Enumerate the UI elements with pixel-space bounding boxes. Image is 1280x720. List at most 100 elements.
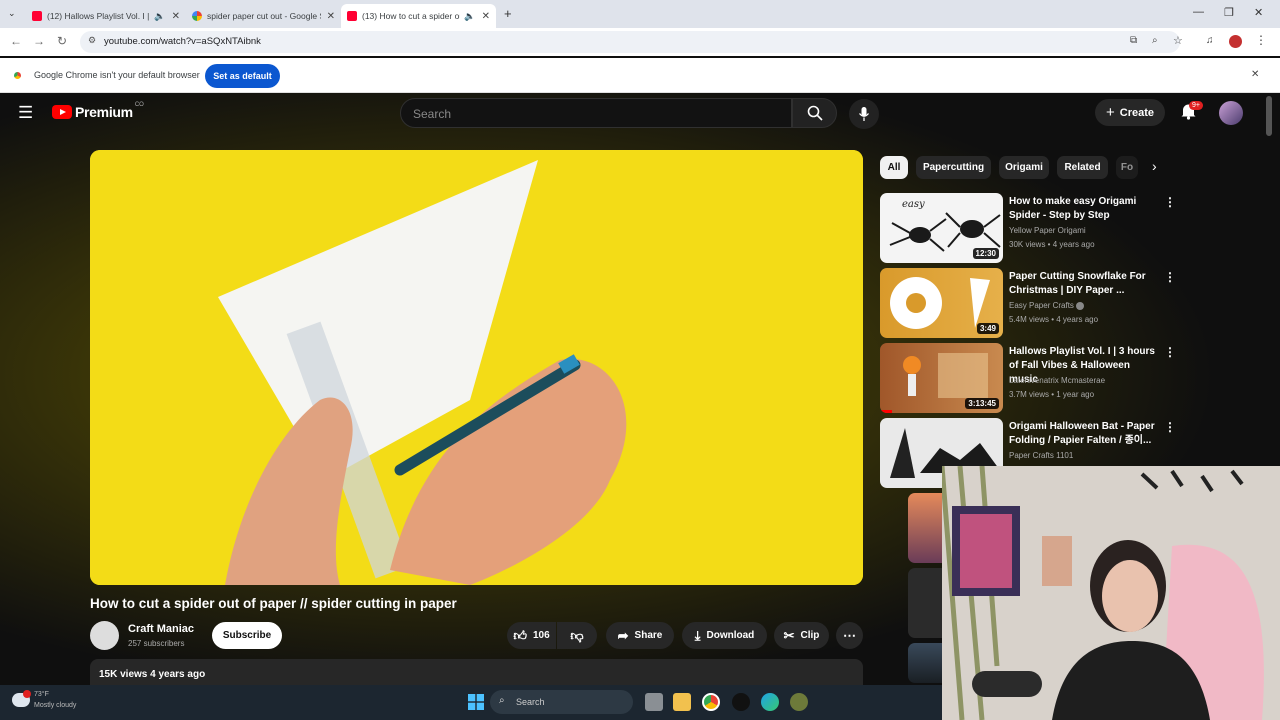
chip-partial[interactable]: Fo <box>1116 156 1138 179</box>
more-vertical-icon[interactable]: ⋮ <box>1164 195 1176 209</box>
recommendation-title[interactable]: How to make easy Origami Spider - Step b… <box>1009 195 1159 223</box>
install-app-icon[interactable]: ⧉ <box>1130 35 1137 46</box>
tab-current-video[interactable]: (13) How to cut a spider out 🔈 ✕ <box>341 4 496 28</box>
search-icon: ⌕ <box>499 695 505 706</box>
clip-button[interactable]: ✂ Clip <box>774 622 829 649</box>
edge-icon[interactable] <box>761 693 779 711</box>
chevron-right-icon[interactable]: › <box>1152 158 1157 174</box>
chrome-taskbar-icon[interactable] <box>702 693 720 711</box>
windows-start-icon[interactable] <box>468 694 484 715</box>
weather-widget[interactable]: 73°F Mostly cloudy <box>34 689 76 711</box>
zoom-icon[interactable]: ⌕ <box>1152 35 1158 46</box>
channel-avatar[interactable] <box>90 621 119 650</box>
recommendation-channel: Easy Paper Crafts <box>1009 301 1074 310</box>
voice-search-button[interactable] <box>849 99 879 129</box>
download-icon: ⤓ <box>694 627 701 643</box>
back-icon[interactable]: ← <box>10 34 22 48</box>
plus-icon: + <box>1105 104 1115 121</box>
bookmark-star-icon[interactable]: ☆ <box>1173 34 1183 47</box>
like-button[interactable]: 👍︎ 106 <box>507 622 556 649</box>
taskbar-search-label: Search <box>516 697 545 707</box>
recommendation-title[interactable]: Paper Cutting Snowflake For Christmas | … <box>1009 270 1159 298</box>
profile-avatar-icon[interactable] <box>1229 35 1242 48</box>
chip-all[interactable]: All <box>880 156 908 179</box>
close-tab-icon[interactable]: ✕ <box>482 11 490 22</box>
share-arrow-icon: ➦ <box>617 627 629 643</box>
subscribe-button[interactable]: Subscribe <box>212 622 282 649</box>
chip-origami[interactable]: Origami <box>999 156 1049 179</box>
video-player[interactable] <box>90 150 863 585</box>
set-as-default-button[interactable]: Set as default <box>205 64 280 88</box>
chip-related[interactable]: Related <box>1057 156 1108 179</box>
video-frame <box>90 150 863 585</box>
description-box[interactable]: 15K views 4 years ago <box>90 659 863 687</box>
address-bar[interactable]: ⚙ youtube.com/watch?v=aSQxNTAibnk <box>80 31 1180 53</box>
share-button[interactable]: ➦ Share <box>606 622 674 649</box>
video-thumbnail[interactable]: 3:49 <box>880 268 1003 338</box>
download-button[interactable]: ⤓ Download <box>682 622 767 649</box>
close-tab-icon[interactable]: ✕ <box>172 11 180 22</box>
new-tab-button[interactable]: + <box>504 6 512 21</box>
video-thumbnail[interactable]: 3:13:45 <box>880 343 1003 413</box>
more-vertical-icon[interactable]: ⋮ <box>1164 345 1176 359</box>
webcam-feed <box>942 466 1280 720</box>
close-tab-icon[interactable]: ✕ <box>327 11 335 22</box>
hamburger-menu-icon[interactable]: ☰ <box>18 103 33 123</box>
more-vertical-icon[interactable]: ⋮ <box>1164 270 1176 284</box>
recommendation-title[interactable]: Origami Halloween Bat - Paper Folding / … <box>1009 420 1159 448</box>
tab-google-search[interactable]: spider paper cut out - Google S ✕ <box>186 4 341 28</box>
scrollbar-thumb[interactable] <box>1266 96 1272 136</box>
search-input[interactable]: Search <box>400 98 792 128</box>
recommendation-item[interactable]: easy 12:30 How to make easy Origami Spid… <box>880 193 1180 263</box>
recommendation-item[interactable]: 3:13:45 Hallows Playlist Vol. I | 3 hour… <box>880 343 1180 413</box>
tab-strip: ⌄ (12) Hallows Playlist Vol. I | 🔈 ✕ spi… <box>0 0 1280 28</box>
more-actions-button[interactable]: ⋯ <box>836 622 863 649</box>
more-vertical-icon[interactable]: ⋮ <box>1164 420 1176 434</box>
weather-alert-badge <box>23 690 31 698</box>
recommendation-channel[interactable]: Yellow Paper Origami <box>1009 226 1086 235</box>
reload-icon[interactable]: ↻ <box>57 34 67 48</box>
app-taskbar-icon[interactable] <box>732 693 750 711</box>
tab-hallows-playlist[interactable]: (12) Hallows Playlist Vol. I | 🔈 ✕ <box>26 4 186 28</box>
video-thumbnail[interactable]: easy 12:30 <box>880 193 1003 263</box>
media-control-icon[interactable]: ♫ <box>1206 35 1214 46</box>
speaker-icon[interactable]: 🔈 <box>154 11 165 22</box>
verified-icon <box>1076 301 1085 310</box>
create-button[interactable]: + Create <box>1095 99 1165 126</box>
speaker-icon[interactable]: 🔈 <box>464 11 475 22</box>
task-view-icon[interactable] <box>645 693 663 711</box>
channel-name[interactable]: Craft Maniac <box>128 623 194 635</box>
more-horizontal-icon: ⋯ <box>843 627 856 643</box>
like-count: 106 <box>532 630 550 641</box>
search-button[interactable] <box>792 98 837 128</box>
site-info-icon[interactable]: ⚙ <box>88 35 96 46</box>
download-label: Download <box>706 630 755 641</box>
logo-text: Premium <box>75 104 133 120</box>
search-icon <box>807 105 823 121</box>
video-title: How to cut a spider out of paper // spid… <box>90 596 457 611</box>
infobar-message: Google Chrome isn't your default browser <box>34 70 200 80</box>
window-close-icon[interactable]: ✕ <box>1254 6 1263 19</box>
tab-search-icon[interactable]: ⌄ <box>8 8 16 19</box>
minimize-icon[interactable]: — <box>1193 6 1204 18</box>
thumbs-up-icon: 👍︎ <box>513 627 527 643</box>
file-explorer-icon[interactable] <box>673 693 691 711</box>
recommendation-channel[interactable]: Latenivenatrix Mcmasterae <box>1009 376 1105 385</box>
maximize-icon[interactable]: ❐ <box>1224 6 1234 19</box>
recommendation-channel-row[interactable]: Easy Paper Crafts <box>1009 301 1085 310</box>
logo-country-code: CO <box>134 102 144 108</box>
app-taskbar-icon[interactable] <box>790 693 808 711</box>
chrome-menu-icon[interactable]: ⋮ <box>1255 33 1267 47</box>
infobar-close-icon[interactable]: ✕ <box>1251 69 1259 80</box>
forward-icon[interactable]: → <box>33 34 45 48</box>
account-avatar[interactable] <box>1219 101 1243 125</box>
recommendation-channel[interactable]: Paper Crafts 1101 <box>1009 451 1073 460</box>
youtube-favicon-icon <box>32 11 42 21</box>
taskbar-search-box[interactable]: ⌕ Search <box>490 690 633 714</box>
recommendation-item[interactable]: 3:49 Paper Cutting Snowflake For Christm… <box>880 268 1180 338</box>
dislike-button[interactable]: 👎︎ <box>557 622 597 649</box>
youtube-premium-logo[interactable]: Premium CO <box>52 102 144 120</box>
recommendation-meta: 3.7M views • 1 year ago <box>1009 390 1095 399</box>
chip-papercutting[interactable]: Papercutting <box>916 156 991 179</box>
search-placeholder: Search <box>413 107 452 121</box>
